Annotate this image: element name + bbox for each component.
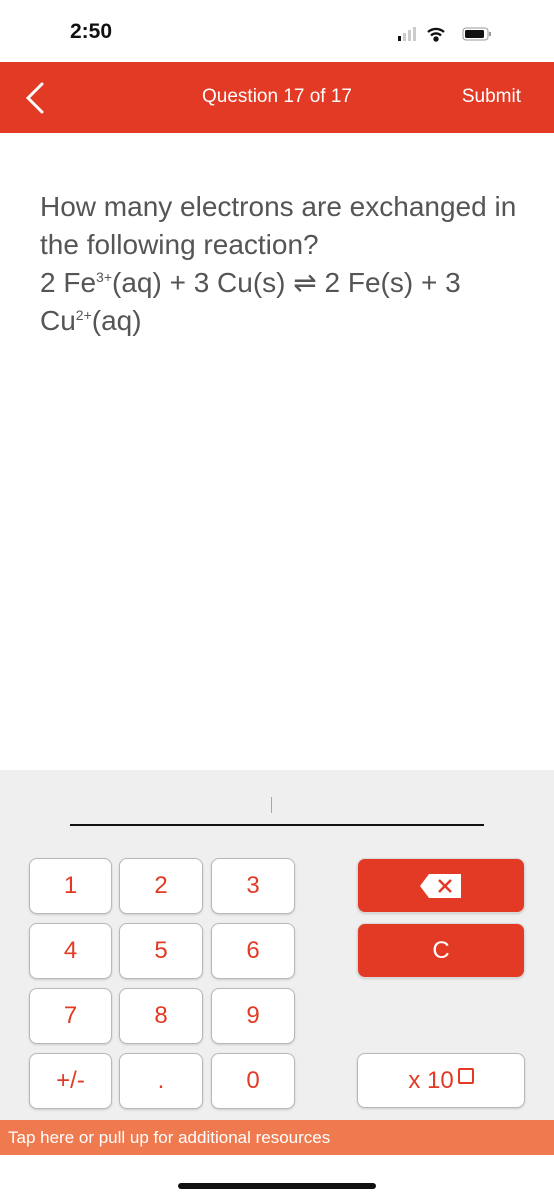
reaction-equation: 2 Fe3+(aq) + 3 Cu(s) ⇌ 2 Fe(s) + 3 Cu2+(… (40, 264, 520, 340)
backspace-button[interactable] (357, 858, 525, 913)
key-0[interactable]: 0 (211, 1053, 295, 1109)
status-icons (398, 27, 491, 42)
eq-part: (aq) (91, 305, 142, 336)
charge: 2+ (75, 307, 92, 323)
equilibrium-arrow: ⇌ (293, 267, 317, 298)
key-6[interactable]: 6 (211, 923, 295, 979)
charge: 3+ (96, 269, 112, 285)
home-indicator[interactable] (178, 1183, 376, 1189)
answer-keypad-panel: 1 2 3 4 5 6 7 8 9 +/- . 0 C x 10 (0, 770, 554, 1120)
submit-button[interactable]: Submit (462, 86, 521, 108)
resources-bar[interactable]: Tap here or pull up for additional resou… (0, 1120, 554, 1155)
backspace-icon (420, 873, 461, 898)
header-bar: Question 17 of 17 Submit (0, 62, 554, 133)
status-time: 2:50 (70, 20, 113, 43)
key-plus-minus[interactable]: +/- (29, 1053, 112, 1109)
wifi-icon (427, 27, 445, 42)
key-2[interactable]: 2 (119, 858, 203, 914)
key-7[interactable]: 7 (29, 988, 112, 1044)
times-ten-button[interactable]: x 10 (357, 1053, 525, 1108)
answer-input[interactable] (70, 824, 484, 826)
eq-part: (aq) + 3 Cu(s) (112, 267, 294, 298)
eq-part: 2 Fe (40, 267, 97, 298)
key-3[interactable]: 3 (211, 858, 295, 914)
signal-icon (398, 27, 416, 41)
key-8[interactable]: 8 (119, 988, 203, 1044)
key-1[interactable]: 1 (29, 858, 112, 914)
times-ten-label: x 10 (408, 1066, 454, 1094)
exponent-box-icon (457, 1067, 474, 1084)
clear-button[interactable]: C (357, 923, 525, 978)
battery-icon (462, 27, 491, 41)
text-cursor (271, 797, 272, 813)
key-decimal[interactable]: . (119, 1053, 203, 1109)
question-text: How many electrons are exchanged in the … (40, 188, 520, 340)
key-4[interactable]: 4 (29, 923, 112, 979)
question-prompt: How many electrons are exchanged in the … (40, 191, 517, 260)
key-9[interactable]: 9 (211, 988, 295, 1044)
key-5[interactable]: 5 (119, 923, 203, 979)
